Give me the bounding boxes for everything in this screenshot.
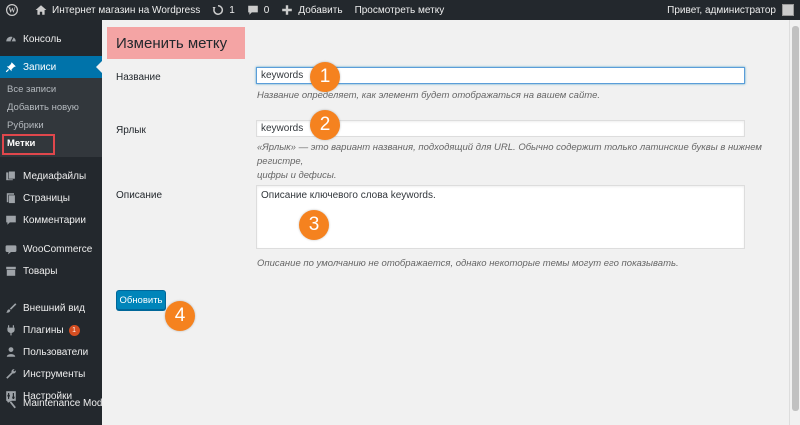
name-description: Название определяет, как элемент будет о… bbox=[257, 90, 601, 101]
slug-description-line-1: «Ярлык» — это вариант названия, подходящ… bbox=[257, 142, 762, 167]
media-icon bbox=[6, 170, 16, 181]
sidebar-item-users[interactable]: Пользователи bbox=[0, 341, 102, 363]
sidebar-item-label: WooCommerce bbox=[23, 243, 93, 255]
comment-icon bbox=[247, 5, 258, 15]
add-new-label: Добавить bbox=[298, 4, 343, 16]
comments-count: 0 bbox=[263, 4, 270, 16]
submenu-item-all-posts[interactable]: Все записи bbox=[0, 80, 102, 98]
sidebar-item-label: Медиафайлы bbox=[23, 170, 87, 182]
paintbrush-icon bbox=[6, 303, 17, 313]
users-icon bbox=[6, 347, 16, 357]
updates-icon bbox=[212, 5, 224, 15]
sidebar-item-label: Страницы bbox=[23, 192, 70, 204]
avatar bbox=[782, 4, 794, 16]
scrollbar[interactable] bbox=[789, 20, 800, 425]
sidebar-item-label: Записи bbox=[23, 61, 57, 73]
scrollbar-thumb[interactable] bbox=[792, 26, 799, 411]
updates-count: 1 bbox=[229, 4, 235, 16]
annotation-marker-1: 1 bbox=[310, 62, 340, 92]
description-label: Описание bbox=[116, 190, 163, 201]
svg-text:W: W bbox=[8, 7, 16, 15]
slug-description: «Ярлык» — это вариант названия, подходящ… bbox=[257, 141, 777, 183]
sidebar-item-label: Внешний вид bbox=[23, 302, 85, 314]
site-name: Интернет магазин на Wordpress bbox=[52, 4, 201, 16]
plugin-icon bbox=[7, 325, 15, 336]
plus-icon bbox=[282, 5, 293, 15]
submenu-item-categories[interactable]: Рубрики bbox=[0, 116, 102, 134]
add-new-link[interactable]: Добавить bbox=[275, 0, 348, 20]
sidebar-item-plugins[interactable]: Плагины 1 bbox=[0, 319, 102, 341]
submenu-item-add-new[interactable]: Добавить новую bbox=[0, 98, 102, 116]
sidebar-item-media[interactable]: Медиафайлы bbox=[0, 165, 102, 187]
description-textarea[interactable]: Описание ключевого слова keywords. bbox=[256, 185, 745, 249]
pages-icon bbox=[6, 193, 16, 204]
comments-link[interactable]: 0 bbox=[241, 0, 276, 20]
description-help: Описание по умолчанию не отображается, о… bbox=[257, 258, 679, 269]
annotation-marker-3: 3 bbox=[299, 210, 329, 240]
sidebar-item-comments[interactable]: Комментарии bbox=[0, 209, 102, 231]
comments-icon bbox=[6, 215, 16, 225]
view-tag-link[interactable]: Просмотреть метку bbox=[349, 0, 451, 20]
greeting: Привет, администратор bbox=[667, 4, 776, 16]
sidebar-item-label: Пользователи bbox=[23, 346, 89, 358]
sidebar-item-label: Плагины bbox=[23, 324, 64, 336]
slug-label: Ярлык bbox=[116, 125, 146, 136]
update-button[interactable]: Обновить bbox=[116, 290, 166, 310]
pushpin-icon bbox=[5, 62, 16, 73]
sidebar-item-appearance[interactable]: Внешний вид bbox=[0, 297, 102, 319]
annotation-marker-2: 2 bbox=[310, 110, 340, 140]
wrench-icon bbox=[6, 369, 16, 379]
dashboard-icon bbox=[6, 36, 16, 42]
sidebar-item-label: Maintenance Mode bbox=[23, 397, 102, 409]
slug-description-line-2: цифры и дефисы. bbox=[257, 170, 337, 181]
sidebar-item-console[interactable]: Консоль bbox=[0, 28, 102, 50]
admin-bar: W Интернет магазин на Wordpress 1 0 Доба… bbox=[0, 0, 800, 20]
hammer-icon bbox=[6, 397, 16, 409]
sidebar-item-products[interactable]: Товары bbox=[0, 260, 102, 282]
sidebar-item-maintenance[interactable]: Maintenance Mode bbox=[0, 396, 102, 410]
site-name-link[interactable]: Интернет магазин на Wordpress bbox=[29, 0, 206, 20]
sidebar-item-posts[interactable]: Записи bbox=[0, 56, 102, 78]
name-label: Название bbox=[116, 72, 161, 83]
updates-link[interactable]: 1 bbox=[206, 0, 241, 20]
annotation-marker-4: 4 bbox=[165, 301, 195, 331]
archive-icon bbox=[6, 266, 16, 276]
sidebar-item-label: Комментарии bbox=[23, 214, 86, 226]
home-icon bbox=[35, 5, 47, 15]
sidebar-item-label: Инструменты bbox=[23, 368, 86, 380]
sidebar-item-tools[interactable]: Инструменты bbox=[0, 363, 102, 385]
tags-highlight-outline bbox=[2, 134, 55, 155]
wordpress-logo-icon[interactable]: W bbox=[0, 0, 29, 20]
sidebar-item-label: Товары bbox=[23, 265, 58, 277]
page-title: Изменить метку bbox=[116, 35, 228, 52]
sidebar-item-pages[interactable]: Страницы bbox=[0, 187, 102, 209]
admin-sidebar: Консоль Записи Все записи Добавить новую… bbox=[0, 20, 102, 425]
plugins-update-badge: 1 bbox=[68, 324, 80, 336]
woocommerce-icon bbox=[5, 245, 17, 255]
sidebar-item-woocommerce[interactable]: WooCommerce bbox=[0, 238, 102, 260]
sidebar-item-label: Консоль bbox=[23, 33, 62, 45]
account-menu[interactable]: Привет, администратор bbox=[661, 0, 800, 20]
